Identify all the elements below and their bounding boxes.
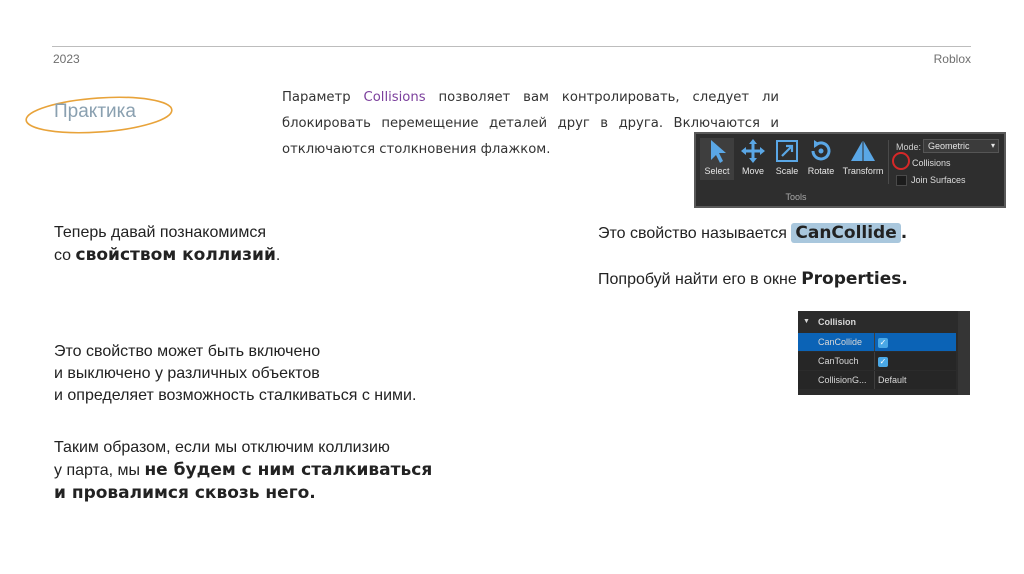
join-surfaces-checkbox[interactable]: [896, 175, 907, 187]
section-title: Практика: [54, 101, 136, 122]
property-row-cantouch[interactable]: CanTouch ✓: [798, 352, 956, 370]
mode-label: Mode:: [896, 142, 922, 152]
dropdown-caret-icon: ▾: [990, 141, 995, 150]
rotate-tool-button[interactable]: Rotate: [804, 138, 838, 176]
move-tool-button[interactable]: Move: [736, 138, 770, 176]
cancollide-checkbox[interactable]: ✓: [878, 338, 888, 348]
collision-group-header[interactable]: ▼ Collision: [798, 313, 956, 331]
move-icon: [741, 139, 765, 163]
cursor-icon: [711, 140, 726, 163]
join-surfaces-option[interactable]: Join Surfaces: [896, 175, 966, 187]
property-row-collisiongroup[interactable]: CollisionG... Default: [798, 371, 956, 389]
collisions-checkbox-highlight[interactable]: [892, 152, 910, 170]
transform-icon: [851, 140, 875, 161]
cancollide-text: Это свойство называется CanCollide.: [598, 223, 908, 243]
transform-tool-button[interactable]: Transform: [842, 138, 884, 176]
properties-hint: Попробуй найти его в окне Properties.: [598, 269, 908, 289]
header-divider: [52, 46, 971, 47]
collapse-triangle-icon[interactable]: ▼: [803, 313, 810, 331]
intro-properties-text: Теперь давай познакомимся со свойством к…: [54, 224, 281, 265]
rotate-icon: [811, 140, 831, 161]
tools-panel: Select Move Scale Rotate Transform Tools…: [694, 132, 1006, 208]
scale-icon: [776, 140, 798, 162]
collisions-keyword: Collisions: [363, 90, 426, 105]
property-row-cancollide[interactable]: CanCollide ✓: [798, 333, 956, 351]
scale-tool-button[interactable]: Scale: [770, 138, 804, 176]
tools-caption: Tools: [785, 192, 807, 202]
collisions-option[interactable]: Collisions: [912, 158, 951, 168]
properties-window-emphasis: Properties.: [801, 269, 908, 289]
header-year: 2023: [53, 52, 80, 66]
property-description: Это свойство может быть включено и выклю…: [54, 343, 417, 404]
properties-scrollbar[interactable]: [958, 311, 970, 395]
collision-property-emphasis: свойством коллизий: [75, 245, 276, 265]
header-brand: Roblox: [933, 52, 971, 66]
tools-divider: [888, 140, 889, 184]
cancollide-tag: CanCollide: [791, 223, 901, 243]
mode-dropdown[interactable]: Geometric ▾: [923, 139, 999, 153]
properties-panel: ▼ Collision CanCollide ✓ CanTouch ✓ Coll…: [798, 311, 970, 395]
cantouch-checkbox[interactable]: ✓: [878, 357, 888, 367]
collision-consequence: Таким образом, если мы отключим коллизию…: [54, 439, 433, 503]
select-tool-button[interactable]: Select: [700, 138, 734, 180]
